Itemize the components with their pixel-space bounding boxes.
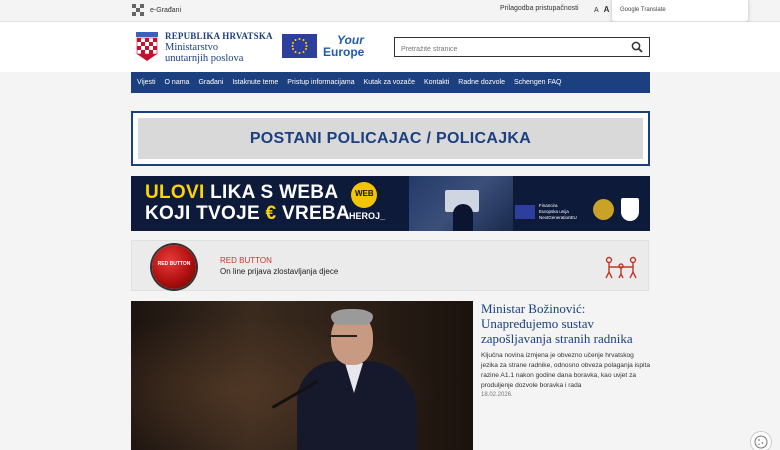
police-shield-icon [621, 198, 639, 221]
main-navigation: Vijesti O nama Građani Istaknute teme Pr… [131, 72, 650, 93]
ministry-name-line2: unutarnjih poslova [165, 53, 244, 64]
google-translate-widget[interactable]: Google Translate [611, 0, 749, 22]
your-europe-line2: Europe [323, 45, 365, 59]
nav-item-o-nama[interactable]: O nama [165, 79, 190, 86]
news-article: Ministar Božinović: Unapređujemo sustav … [481, 301, 651, 398]
site-header: REPUBLIKA HRVATSKA Ministarstvo unutarnj… [0, 22, 780, 72]
font-size-small-button[interactable]: A [594, 7, 599, 14]
search-icon[interactable] [631, 41, 643, 53]
egradani-icon [132, 4, 144, 16]
web-heroj-badge: WEB HEROJ_ [349, 182, 393, 224]
red-button-subtitle: On line prijava zlostavljanja djece [220, 267, 339, 276]
top-utility-bar: e-Građani Prilagodba pristupačnosti AA G… [0, 0, 780, 22]
ministry-country-label: REPUBLIKA HRVATSKA [165, 31, 273, 41]
banner-laptop-photo [409, 176, 513, 231]
font-size-large-button[interactable]: A [604, 5, 610, 14]
search-input[interactable] [395, 40, 615, 59]
font-size-controls: AA [594, 5, 609, 14]
web-heroj-headline: ULOVI LIKA S WEBA KOJI TVOJE € VREBA [145, 182, 350, 224]
eu-flag-small-icon [515, 205, 535, 219]
nav-item-kutak-za-vozace[interactable]: Kutak za vozače [364, 79, 415, 86]
egradani-label: e-Građani [150, 6, 182, 14]
nav-item-gradani[interactable]: Građani [198, 79, 223, 86]
your-europe-logo[interactable]: Your Europe [323, 34, 364, 58]
nav-item-istaknute-teme[interactable]: Istaknute teme [232, 79, 278, 86]
croatian-coat-of-arms-icon[interactable] [136, 32, 158, 62]
nav-item-vijesti[interactable]: Vijesti [137, 79, 156, 86]
nav-item-radne-dozvole[interactable]: Radne dozvole [458, 79, 505, 86]
ministry-logo-text[interactable]: REPUBLIKA HRVATSKA Ministarstvo unutarnj… [165, 31, 273, 64]
site-search [394, 37, 650, 59]
family-icon [605, 256, 637, 279]
egradani-link[interactable]: e-Građani [132, 4, 181, 16]
become-police-officer-text: POSTANI POLICAJAC / POLICAJKA [249, 129, 532, 147]
red-button-banner[interactable]: RED BUTTON RED BUTTON On line prijava zl… [131, 240, 649, 291]
cookie-icon [754, 435, 768, 449]
become-police-officer-banner[interactable]: POSTANI POLICAJAC / POLICAJKA [131, 111, 650, 166]
nav-item-schengen-faq[interactable]: Schengen FAQ [514, 79, 561, 86]
eu-flag-icon [282, 34, 317, 58]
nav-item-kontakti[interactable]: Kontakti [424, 79, 449, 86]
news-headline[interactable]: Ministar Božinović: Unapređujemo sustav … [481, 301, 651, 346]
red-button-icon: RED BUTTON [152, 245, 196, 289]
news-date: 18.02.2026. [481, 392, 513, 398]
web-heroj-badge-top: WEB [355, 189, 374, 198]
web-heroj-banner[interactable]: ULOVI LIKA S WEBA KOJI TVOJE € VREBA WEB… [131, 176, 650, 231]
news-image[interactable] [131, 301, 473, 450]
web-heroj-line2: KOJI TVOJE € VREBA [145, 203, 350, 224]
red-button-title: RED BUTTON [220, 256, 272, 265]
web-heroj-line1: ULOVI LIKA S WEBA [145, 182, 339, 203]
news-lead: Ključna novina izmjena je obvezno učenje… [481, 352, 650, 389]
web-heroj-badge-bottom: HEROJ_ [349, 211, 386, 221]
accessibility-link[interactable]: Prilagodba pristupačnosti [500, 5, 579, 12]
eu-funding-logo: Financira Europska unija NextGenerationE… [515, 201, 585, 223]
ministry-name-line1: Ministarstvo [165, 42, 219, 53]
cookie-settings-button[interactable] [750, 431, 772, 450]
become-police-officer-inner: POSTANI POLICAJAC / POLICAJKA [138, 118, 643, 159]
seal-icon [593, 199, 614, 220]
nav-item-pristup-informacijama[interactable]: Pristup informacijama [287, 79, 354, 86]
